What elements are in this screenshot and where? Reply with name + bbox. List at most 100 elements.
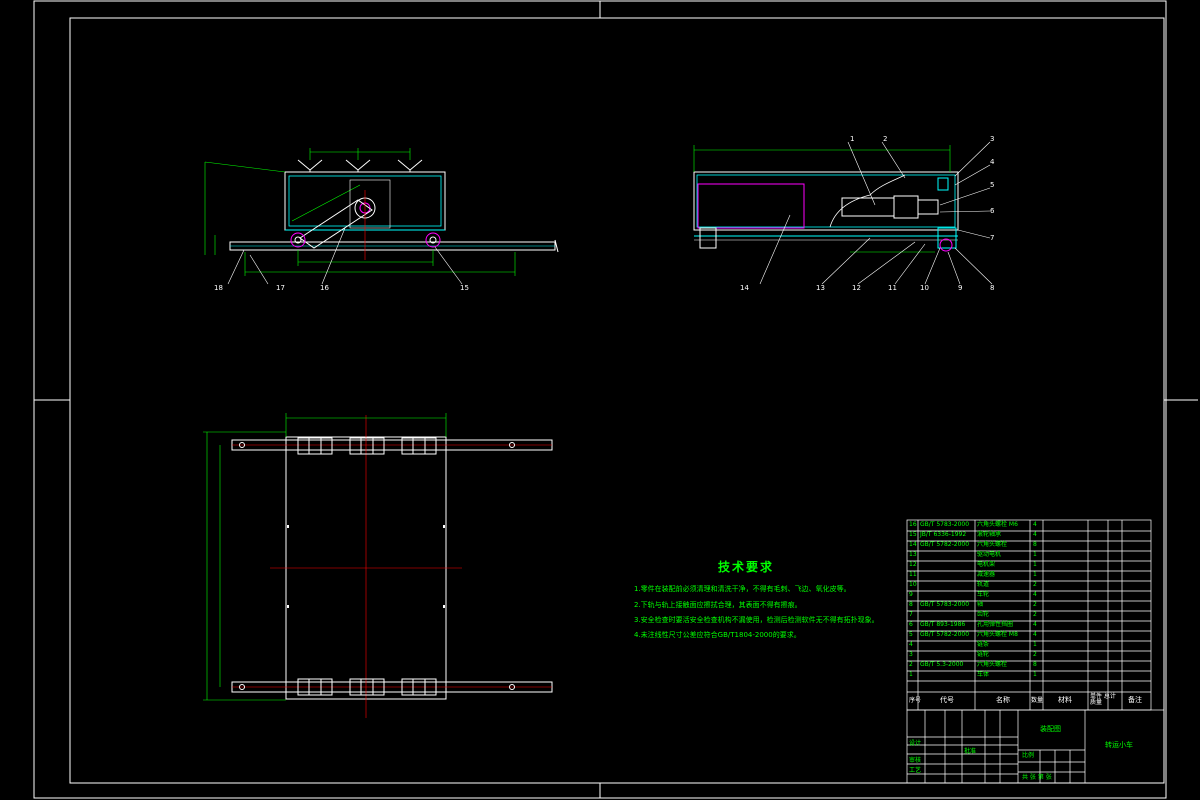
parts-row-name: 六角头螺栓 M6 (977, 521, 1018, 528)
parts-row-index: 3 (909, 651, 913, 658)
parts-row-name: 六角头螺栓 (977, 541, 1008, 548)
parts-row-index: 10 (909, 581, 917, 588)
top-view (203, 413, 553, 718)
callout-side-6: 6 (990, 207, 995, 215)
parts-row-name: 轴 (977, 601, 984, 608)
parts-row-name: 轨道 (977, 581, 990, 588)
parts-row-index: 2 (909, 661, 913, 668)
callout-side-10: 10 (920, 284, 929, 292)
parts-row-name: 链条 (977, 641, 990, 648)
parts-row-code: JB/T 6336-1992 (920, 531, 967, 538)
callout-side-9: 9 (958, 284, 962, 292)
parts-row-code: GB/T 5.3-2000 (920, 661, 964, 668)
callout-front-1: 18 (214, 284, 223, 292)
parts-row-index: 6 (909, 621, 913, 628)
parts-row-index: 7 (909, 611, 913, 618)
inner-border (69, 17, 1165, 784)
parts-row-index: 13 (909, 551, 917, 558)
callout-front-3: 16 (320, 284, 329, 292)
callout-side-7: 7 (990, 234, 994, 242)
callout-side-3: 3 (990, 135, 994, 143)
parts-row-name: 滚轮轴承 (977, 531, 1002, 538)
parts-row-qty: 1 (1033, 671, 1037, 678)
parts-row-qty: 1 (1033, 551, 1037, 558)
parts-row-code: GB/T 893-1986 (920, 621, 966, 628)
tech-req-line-2: 2.下轨与轨上接触面应擦拭合理，其表面不得有擦痕。 (634, 601, 802, 609)
parts-row-index: 8 (909, 601, 913, 608)
parts-row-index: 11 (909, 571, 917, 578)
parts-row-code: GB/T 5782-2000 (920, 631, 970, 638)
drawing-name: 转运小车 (1105, 741, 1133, 749)
front-wheel-right (425, 232, 441, 248)
label-design: 设计 (909, 740, 922, 747)
parts-header-code: 代号 (940, 696, 954, 704)
parts-row-qty: 4 (1033, 591, 1037, 598)
callout-front-4: 15 (460, 284, 469, 292)
side-motor (841, 197, 895, 217)
parts-header-material: 材料 (1058, 696, 1072, 704)
label-scale: 比例 (1022, 752, 1035, 759)
callout-side-8: 8 (990, 284, 994, 292)
parts-row-code: GB/T 5782-2000 (920, 541, 970, 548)
parts-row-qty: 8 (1033, 541, 1037, 548)
parts-row-index: 15 (909, 531, 917, 538)
parts-row-name: 孔用弹性挡圈 (977, 621, 1014, 628)
parts-header-index: 序号 (909, 697, 922, 704)
parts-header-qty: 数量 (1031, 697, 1044, 704)
technical-requirements-title: 技术要求 (718, 560, 775, 574)
parts-row-index: 16 (909, 521, 917, 528)
parts-row-index: 1 (909, 671, 913, 678)
parts-row-index: 5 (909, 631, 913, 638)
parts-row-name: 六角头螺栓 M8 (977, 631, 1018, 638)
parts-row-qty: 1 (1033, 641, 1037, 648)
parts-row-name: 车体 (977, 671, 990, 678)
parts-row-qty: 1 (1033, 571, 1037, 578)
parts-row-qty: 2 (1033, 601, 1037, 608)
callout-side-4: 4 (990, 158, 995, 166)
label-approve: 批准 (964, 748, 977, 755)
parts-row-qty: 8 (1033, 661, 1037, 668)
parts-row-name: 驱动电机 (977, 551, 1002, 558)
parts-row-name: 链轮 (977, 651, 990, 658)
cad-drawing: 18 17 16 15 1 2 3 4 5 6 7 14 13 12 11 10… (33, 0, 1198, 799)
parts-row-qty: 2 (1033, 611, 1037, 618)
parts-row-qty: 2 (1033, 651, 1037, 658)
callout-front-2: 17 (276, 284, 285, 292)
parts-header-name: 名称 (996, 696, 1010, 704)
parts-list-grid (906, 519, 1152, 711)
parts-row-name: 电机架 (977, 561, 996, 568)
callout-side-5: 5 (990, 181, 994, 189)
label-craft: 工艺 (909, 767, 922, 774)
parts-row-name: 车轮 (977, 591, 990, 598)
side-view: 1 2 3 4 5 6 7 14 13 12 11 10 9 8 (693, 135, 995, 292)
parts-row-name: 减速器 (977, 571, 996, 578)
parts-row-index: 12 (909, 561, 917, 568)
parts-row-qty: 2 (1033, 581, 1037, 588)
parts-header-mass: 单件 总计 质量 (1090, 693, 1116, 706)
parts-row-qty: 1 (1033, 561, 1037, 568)
tech-req-line-3: 3.安全检查时要活安全检查机构不漏使用，检测后检测软件无不得有拓扑现象。 (634, 616, 879, 624)
tech-req-line-1: 1.零件在装配前必须清理和清洗干净，不得有毛刺、飞边、氧化皮等。 (634, 585, 851, 593)
parts-row-qty: 4 (1033, 521, 1037, 528)
callout-side-13: 13 (816, 284, 825, 292)
callout-side-11: 11 (888, 284, 897, 292)
parts-row-qty: 4 (1033, 631, 1037, 638)
outer-border (33, 0, 1167, 799)
callout-side-14: 14 (740, 284, 749, 292)
side-hidden-box (697, 183, 805, 229)
parts-row-code: GB/T 5783-2000 (920, 601, 970, 608)
callout-side-1: 1 (850, 135, 854, 143)
callout-side-2: 2 (883, 135, 887, 143)
front-view: 18 17 16 15 (204, 148, 559, 292)
drawing-title: 装配图 (1040, 725, 1061, 733)
parts-row-qty: 4 (1033, 621, 1037, 628)
parts-row-name: 六角头螺栓 (977, 661, 1008, 668)
parts-row-index: 9 (909, 591, 913, 598)
label-check: 审核 (909, 757, 922, 764)
callout-side-12: 12 (852, 284, 861, 292)
parts-header-remark: 备注 (1128, 696, 1142, 704)
parts-row-qty: 4 (1033, 531, 1037, 538)
parts-row-code: GB/T 5783-2000 (920, 521, 970, 528)
label-sheet: 共 张 第 张 (1022, 774, 1052, 781)
parts-row-index: 4 (909, 641, 913, 648)
